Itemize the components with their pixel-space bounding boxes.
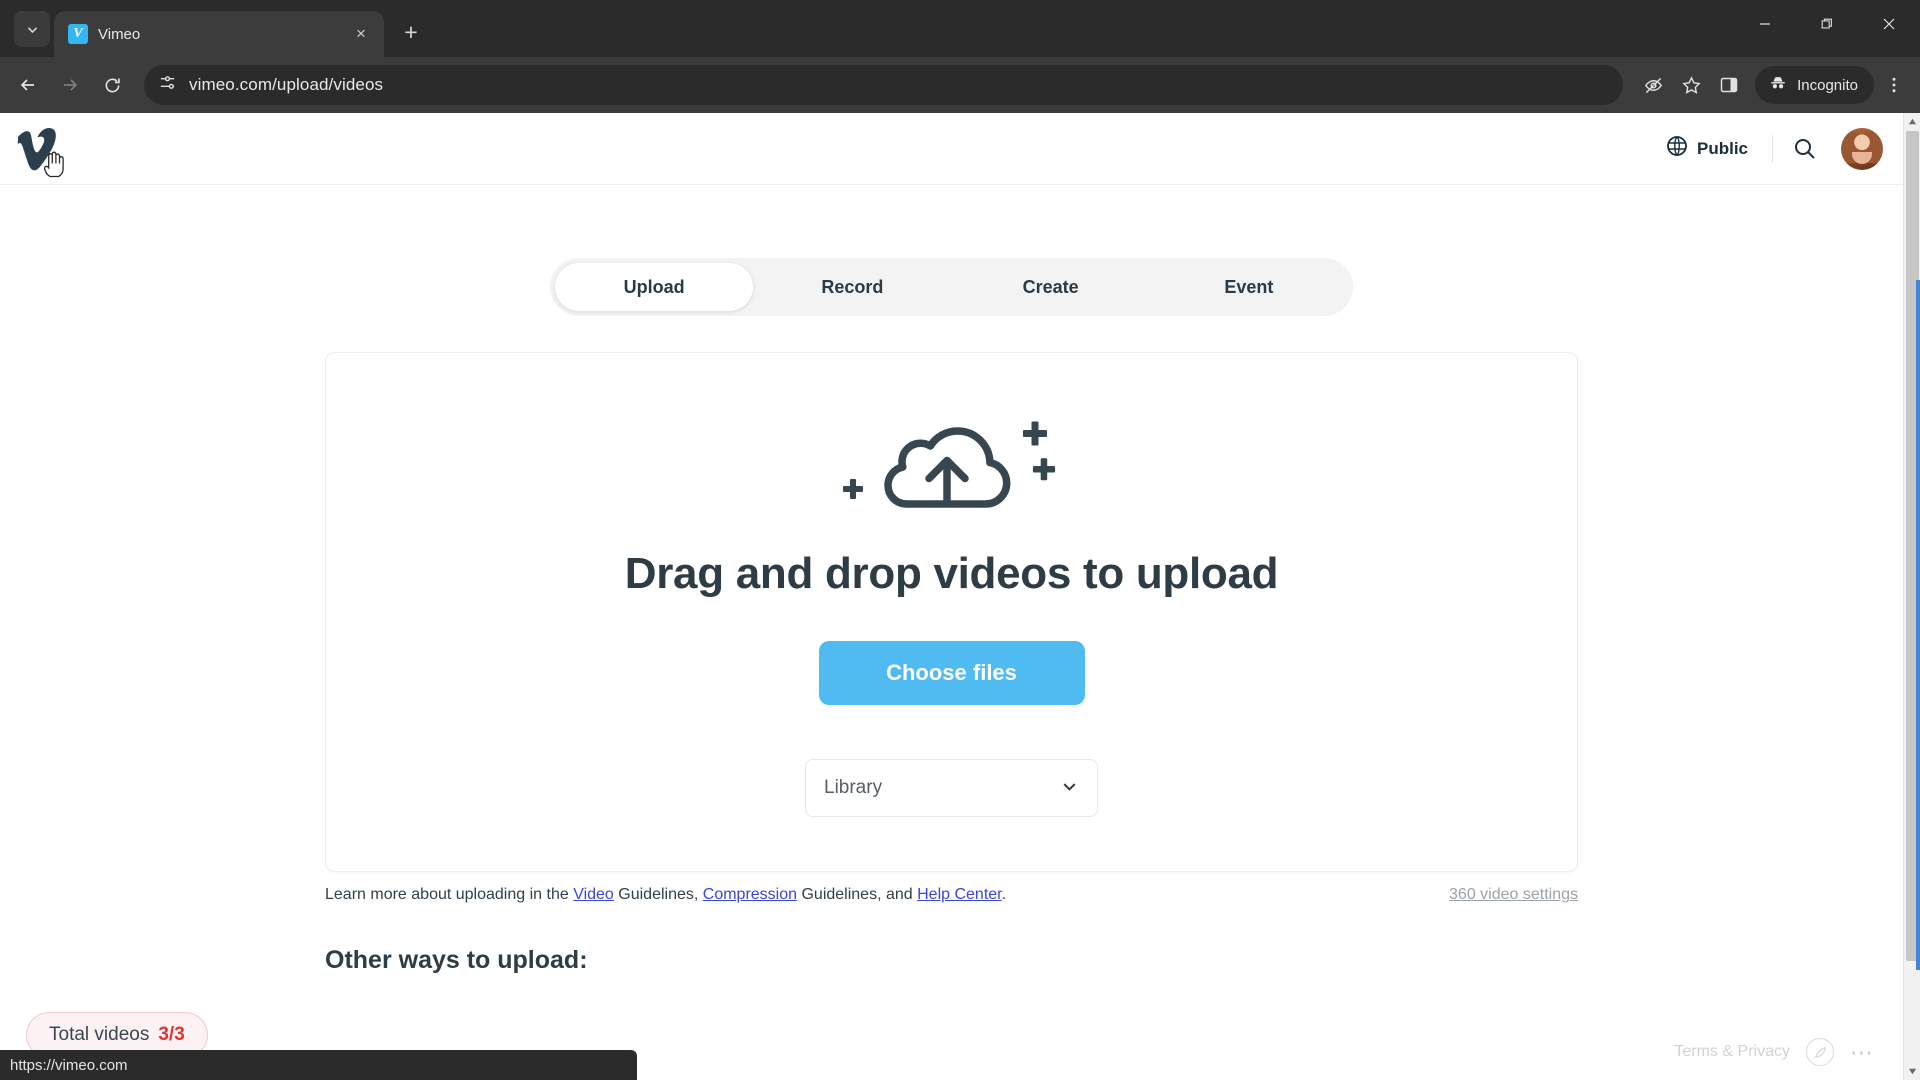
scroll-up-arrow-icon[interactable]: [1904, 113, 1920, 130]
upload-destination-value: Library: [824, 777, 883, 798]
page-viewport: Public Upload Record Create Event Drag a…: [0, 113, 1920, 1080]
tab-event[interactable]: Event: [1150, 263, 1348, 311]
tab-upload[interactable]: Upload: [555, 263, 754, 311]
compression-guidelines-link[interactable]: Compression: [703, 886, 797, 903]
learn-more-mid1: Guidelines,: [613, 886, 703, 903]
choose-files-button[interactable]: Choose files: [818, 641, 1085, 705]
scroll-down-arrow-icon[interactable]: [1904, 1063, 1920, 1080]
globe-icon: [1666, 135, 1688, 162]
tab-record[interactable]: Record: [753, 263, 951, 311]
incognito-indicator[interactable]: Incognito: [1755, 66, 1874, 104]
help-center-link[interactable]: Help Center: [917, 886, 1002, 903]
link-status-bar: https://vimeo.com: [0, 1050, 637, 1080]
page-content: Public Upload Record Create Event Drag a…: [0, 113, 1903, 1080]
address-bar-url: vimeo.com/upload/videos: [189, 75, 384, 94]
vimeo-site-header: Public: [0, 113, 1903, 185]
window-minimize-button[interactable]: [1734, 0, 1796, 47]
back-button[interactable]: [8, 65, 48, 105]
learn-more-suffix: .: [1001, 886, 1007, 903]
bookmark-star-icon[interactable]: [1673, 67, 1709, 103]
mouse-cursor-hand-icon: [43, 151, 64, 177]
learn-more-prefix: Learn more about uploading in the: [325, 886, 574, 903]
terms-privacy-link[interactable]: Terms & Privacy: [1674, 1043, 1790, 1061]
browser-window: V Vimeo × + vimeo.com/upload/videos Inco…: [0, 0, 1920, 1080]
cloud-upload-icon-row: [326, 409, 1577, 529]
eye-off-icon[interactable]: [1635, 67, 1671, 103]
forward-button[interactable]: [50, 65, 90, 105]
avatar[interactable]: [1841, 127, 1883, 170]
feather-circle-icon[interactable]: [1806, 1038, 1834, 1066]
window-maximize-button[interactable]: [1796, 0, 1858, 47]
address-bar[interactable]: vimeo.com/upload/videos: [144, 65, 1624, 105]
tab-close-icon[interactable]: ×: [348, 21, 374, 47]
learn-more-mid2: Guidelines, and: [797, 886, 918, 903]
reload-button[interactable]: [92, 65, 132, 105]
incognito-hat-icon: [1768, 73, 1788, 97]
browser-tab-vimeo[interactable]: V Vimeo ×: [54, 11, 384, 57]
total-videos-count: 3/3: [158, 1024, 185, 1045]
upload-destination-select[interactable]: Library: [805, 759, 1098, 817]
cloud-upload-icon: [842, 421, 1055, 508]
dropzone-title: Drag and drop videos to upload: [624, 549, 1279, 598]
360-video-settings-link[interactable]: 360 video settings: [1449, 886, 1578, 904]
side-panel-icon[interactable]: [1711, 67, 1747, 103]
page-footer-actions: Terms & Privacy ⋯: [1674, 1038, 1875, 1066]
privacy-public-button[interactable]: Public: [1650, 135, 1764, 162]
site-settings-tune-icon[interactable]: [158, 73, 177, 97]
privacy-public-label: Public: [1696, 138, 1748, 158]
upload-mode-tabs-wrapper: Upload Record Create Event: [0, 258, 1903, 316]
video-guidelines-link[interactable]: Video: [573, 886, 614, 903]
incognito-label: Incognito: [1797, 76, 1858, 94]
upload-page-main: Upload Record Create Event Drag and drop…: [0, 258, 1903, 975]
chevron-down-icon: [1060, 777, 1079, 800]
more-dots-icon[interactable]: ⋯: [1850, 1041, 1875, 1064]
header-divider: [1772, 134, 1773, 163]
upload-mode-tabs: Upload Record Create Event: [550, 258, 1353, 316]
tab-title: Vimeo: [98, 25, 141, 43]
window-close-button[interactable]: [1858, 0, 1920, 47]
total-videos-label: Total videos: [49, 1024, 150, 1045]
browser-toolbar: vimeo.com/upload/videos Incognito: [0, 57, 1920, 113]
dropzone-footnote-row: Learn more about uploading in the Video …: [325, 886, 1578, 904]
tab-strip: V Vimeo × +: [0, 0, 1920, 57]
vimeo-logo-icon[interactable]: [14, 127, 64, 177]
vimeo-favicon-icon: V: [68, 24, 88, 44]
search-icon[interactable]: [1781, 125, 1829, 173]
new-tab-button[interactable]: +: [394, 15, 428, 49]
tab-search-chevron-down-icon[interactable]: [14, 11, 50, 47]
site-header-actions: Public: [1650, 125, 1883, 173]
upload-dropzone[interactable]: Drag and drop videos to upload Choose fi…: [325, 352, 1578, 872]
kebab-menu-icon[interactable]: [1876, 67, 1912, 103]
other-ways-to-upload-title: Other ways to upload:: [325, 946, 588, 974]
learn-more-text: Learn more about uploading in the Video …: [325, 886, 1006, 904]
tab-create[interactable]: Create: [952, 263, 1150, 311]
window-focus-edge: [1916, 280, 1920, 970]
window-controls: [1734, 0, 1920, 47]
